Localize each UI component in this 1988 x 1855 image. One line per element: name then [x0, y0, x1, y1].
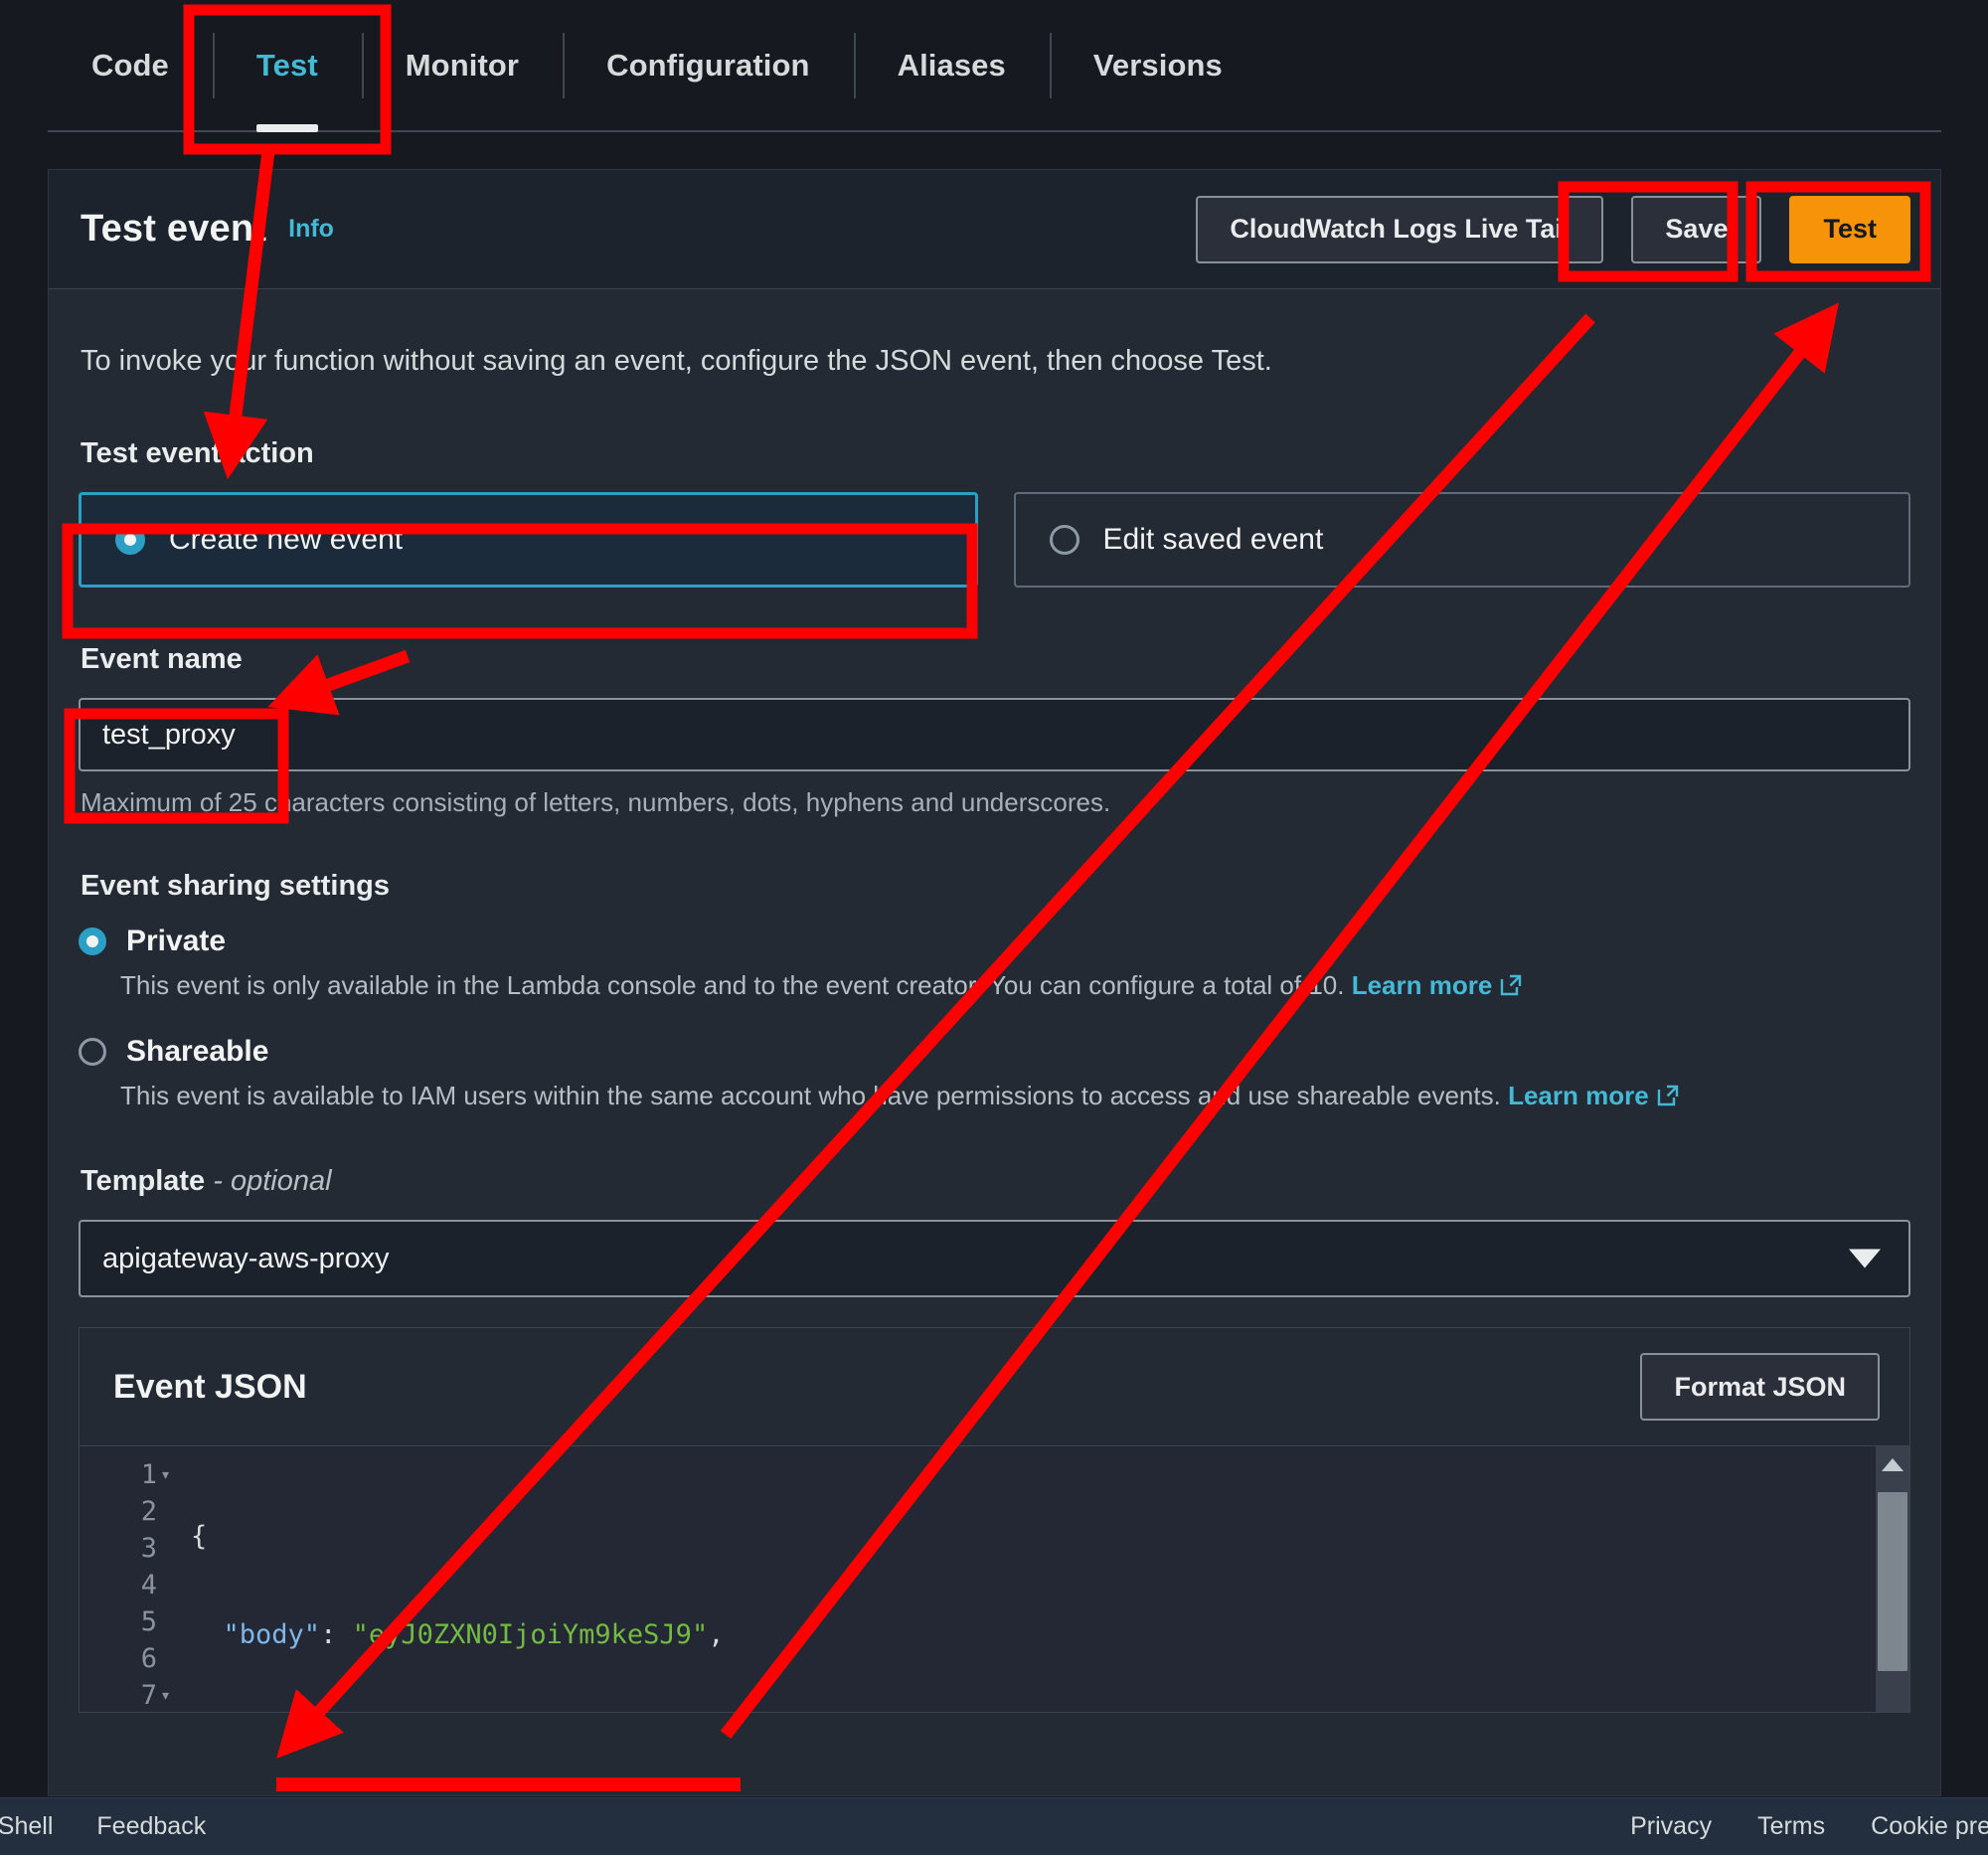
line-number-text: 7 [140, 1680, 157, 1711]
line-number-text: 5 [140, 1606, 157, 1637]
fold-arrow-icon[interactable]: ▾ [160, 1677, 171, 1712]
line-number-gutter: 1▾ 2 3 4 5 6 7▾ 8 9 [80, 1446, 171, 1712]
tab-configuration[interactable]: Configuration [563, 0, 853, 130]
line-number: 7 ▾ [80, 1677, 171, 1712]
sharing-option-private[interactable]: Private This event is only available in … [79, 925, 1910, 1001]
footer-privacy-link[interactable]: Privacy [1630, 1812, 1712, 1841]
footer-cloudshell-link[interactable]: udShell [0, 1812, 53, 1841]
event-name-hint: Maximum of 25 characters consisting of l… [81, 787, 1111, 817]
tab-aliases[interactable]: Aliases [853, 0, 1050, 130]
tab-code-label: Code [91, 47, 169, 83]
tab-test-label: Test [255, 47, 318, 83]
test-event-action-group: Create new event Edit saved event [79, 492, 1910, 588]
private-description-text: This event is only available in the Lamb… [120, 970, 1345, 1000]
header-actions: CloudWatch Logs Live Tail Save Test [1196, 195, 1910, 263]
template-label: Template - optional [79, 1165, 1910, 1198]
radio-tile-create-new-event[interactable]: Create new event [79, 492, 978, 588]
line-number: 4 [80, 1567, 157, 1603]
page-footer: udShell Feedback Privacy Terms Cookie pr… [0, 1797, 1988, 1855]
line-number: 3 [80, 1530, 157, 1567]
private-learn-more-link[interactable]: Learn more [1352, 970, 1493, 1000]
test-event-action-label: Test event action [81, 437, 314, 469]
panel-body: To invoke your function without saving a… [49, 289, 1940, 1713]
code-line: "body": "eyJ0ZXN0IjoiYm9keSJ9", [223, 1619, 725, 1650]
intro-text: To invoke your function without saving a… [81, 345, 1272, 377]
radio-private-icon [79, 928, 106, 955]
event-sharing-settings-label: Event sharing settings [81, 870, 391, 902]
radio-tile-edit-saved-event[interactable]: Edit saved event [1013, 492, 1910, 588]
editor-scrollbar[interactable] [1876, 1446, 1909, 1712]
line-number-text: 1 [140, 1459, 157, 1490]
event-json-title: Event JSON [113, 1367, 307, 1406]
line-number-text: 3 [140, 1533, 157, 1564]
scroll-up-arrow-icon[interactable] [1882, 1458, 1904, 1471]
radio-shareable-label: Shareable [126, 1035, 269, 1068]
event-json-header: Event JSON Format JSON [80, 1328, 1909, 1445]
radio-shareable-icon [79, 1038, 106, 1066]
external-link-icon [1657, 1085, 1679, 1106]
radio-private-label: Private [126, 925, 227, 957]
event-name-label: Event name [81, 643, 243, 675]
cloudwatch-logs-live-tail-button[interactable]: CloudWatch Logs Live Tail [1196, 195, 1604, 263]
line-number-text: 6 [140, 1643, 157, 1674]
tab-monitor[interactable]: Monitor [361, 0, 563, 130]
format-json-button[interactable]: Format JSON [1640, 1353, 1880, 1421]
private-description: This event is only available in the Lamb… [120, 970, 1910, 1001]
radio-edit-saved-event-icon [1049, 525, 1079, 555]
shareable-description-text: This event is available to IAM users wit… [120, 1081, 1501, 1110]
json-code-editor[interactable]: 1▾ 2 3 4 5 6 7▾ 8 9 { "body": "eyJ0ZXN0I… [80, 1445, 1909, 1712]
save-button[interactable]: Save [1631, 195, 1762, 263]
template-label-text: Template [81, 1165, 206, 1197]
event-name-value: test_proxy [102, 718, 236, 751]
footer-feedback-link[interactable]: Feedback [96, 1812, 206, 1841]
radio-create-new-event-icon [115, 525, 145, 555]
template-select[interactable]: apigateway-aws-proxy [79, 1220, 1910, 1297]
radio-edit-saved-event-label: Edit saved event [1102, 523, 1324, 556]
event-json-block: Event JSON Format JSON 1▾ 2 3 4 5 6 7▾ 8… [79, 1327, 1910, 1713]
scrollbar-thumb[interactable] [1878, 1492, 1907, 1671]
event-name-input[interactable]: test_proxy [79, 698, 1910, 771]
tab-monitor-label: Monitor [405, 47, 520, 83]
footer-left-links: udShell Feedback [0, 1812, 206, 1841]
panel-header: Test event Info CloudWatch Logs Live Tai… [49, 170, 1940, 289]
tab-versions[interactable]: Versions [1049, 0, 1266, 130]
footer-cookie-preferences-link[interactable]: Cookie pref [1871, 1812, 1988, 1841]
tab-aliases-label: Aliases [897, 47, 1006, 83]
chevron-down-icon [1849, 1249, 1881, 1268]
function-tabs: Code Test Monitor Configuration Aliases … [48, 0, 1941, 132]
line-number-text: 2 [140, 1496, 157, 1527]
line-number: 6 [80, 1640, 157, 1677]
shareable-description: This event is available to IAM users wit… [120, 1081, 1910, 1111]
tab-configuration-label: Configuration [606, 47, 810, 83]
footer-right-links: Privacy Terms Cookie pref [1630, 1812, 1988, 1841]
line-number: 2 [80, 1493, 157, 1530]
shareable-learn-more-link[interactable]: Learn more [1508, 1081, 1649, 1110]
template-optional-text: - optional [205, 1165, 332, 1197]
code-lines[interactable]: { "body": "eyJ0ZXN0IjoiYm9keSJ9", "resou… [165, 1446, 1909, 1712]
tab-code[interactable]: Code [48, 0, 213, 130]
template-selected-value: apigateway-aws-proxy [102, 1242, 390, 1274]
info-link[interactable]: Info [288, 215, 334, 244]
tab-versions-label: Versions [1092, 47, 1223, 83]
test-event-panel: Test event Info CloudWatch Logs Live Tai… [48, 169, 1941, 1796]
tab-test[interactable]: Test [212, 0, 362, 132]
footer-terms-link[interactable]: Terms [1757, 1812, 1825, 1841]
external-link-icon [1500, 974, 1522, 996]
code-line: { [191, 1521, 208, 1552]
line-number: 5 [80, 1603, 157, 1640]
fold-arrow-icon[interactable]: ▾ [160, 1456, 171, 1493]
test-button[interactable]: Test [1789, 195, 1910, 263]
tab-active-underline [255, 124, 318, 132]
sharing-option-shareable[interactable]: Shareable This event is available to IAM… [79, 1035, 1910, 1111]
lambda-test-event-page: Code Test Monitor Configuration Aliases … [0, 0, 1988, 1855]
line-number: 1 ▾ [80, 1456, 171, 1493]
line-number-text: 4 [140, 1570, 157, 1601]
page-title: Test event [81, 208, 267, 250]
radio-create-new-event-label: Create new event [169, 523, 404, 556]
